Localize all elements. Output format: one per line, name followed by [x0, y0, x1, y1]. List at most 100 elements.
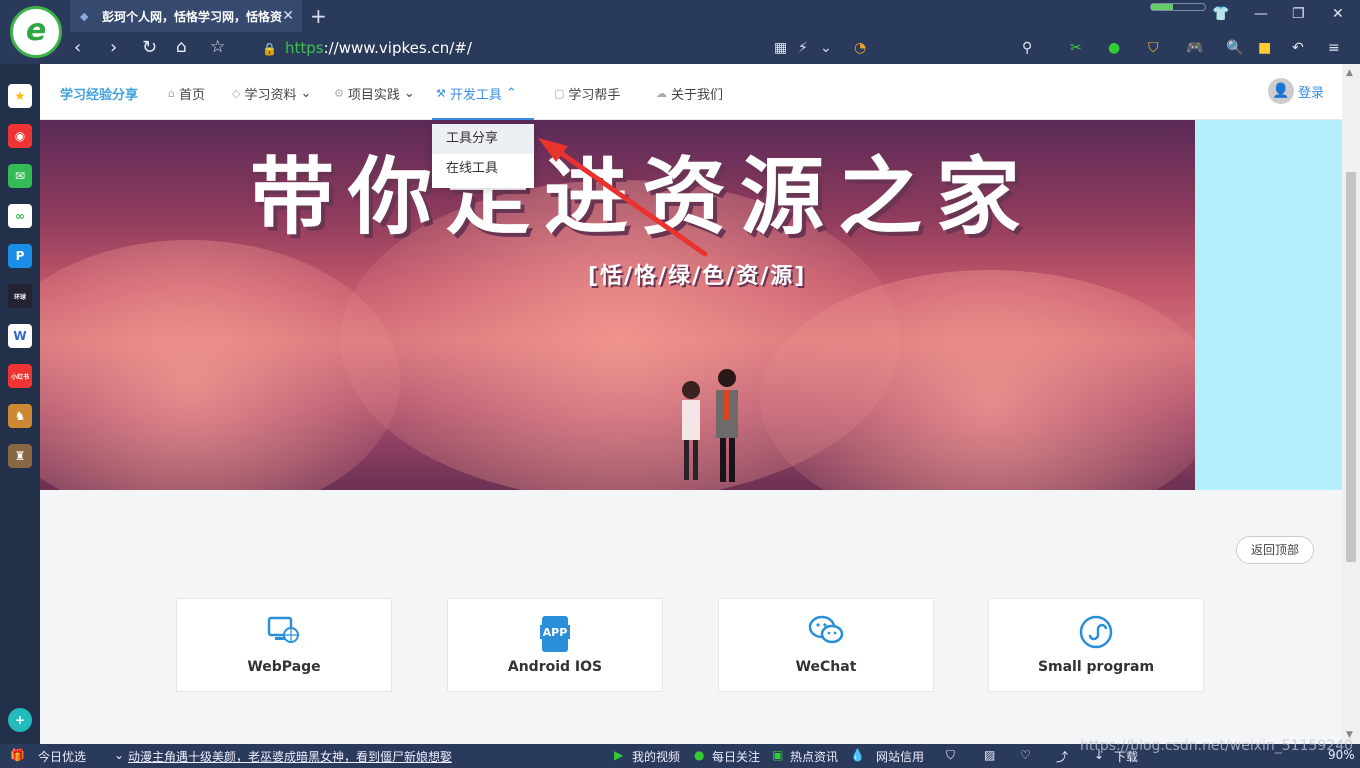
page-viewport: 带你走进资源之家 [恬/恪/绿/色/资/源] 学习经验分享 ⌂ 首页 ◇ 学习资料 ⌄… [40, 64, 1342, 744]
home-icon[interactable]: ⌂ [176, 37, 187, 57]
gift-icon[interactable]: 🎁 [10, 748, 25, 762]
heart-icon[interactable]: ♡ [1020, 748, 1031, 762]
engine-icon[interactable]: ◔ [854, 40, 866, 56]
battery-indicator [1150, 3, 1206, 11]
nav-dev-tools[interactable]: ⚒ 开发工具 ⌃ [436, 84, 517, 103]
card-wechat[interactable]: WeChat [718, 598, 934, 692]
chevron-down-icon: ⌄ [114, 748, 125, 762]
add-icon[interactable]: + [8, 708, 32, 732]
menu-icon[interactable]: ≡ [1328, 40, 1340, 56]
dropdown-item-tool-share[interactable]: 工具分享 [432, 124, 534, 154]
close-tab-icon[interactable]: ✕ [282, 8, 294, 24]
chevron-down-icon: ⌄ [403, 86, 415, 101]
game1-icon[interactable]: ♞ [8, 404, 32, 428]
game2-icon[interactable]: ♜ [8, 444, 32, 468]
site-header: 学习经验分享 ⌂ 首页 ◇ 学习资料 ⌄ ⚙ 项目实践 ⌄ ⚒ 开发工具 ⌃ ▢ 学习帮手 ☁ 关… [40, 64, 1342, 120]
tools-icon: ⚒ [436, 87, 446, 100]
active-tab-underline [432, 118, 534, 120]
home-icon: ⌂ [168, 87, 175, 100]
app-icon: APP [448, 615, 662, 657]
title-bar: ◆ 彭珂个人网，恬恪学习网，恬恪资 ✕ + 👕 — ❐ ✕ [0, 0, 1360, 32]
play-icon: ● [694, 748, 705, 762]
url-field[interactable]: 🔒 https://www.vipkes.cn/#/ [262, 39, 472, 57]
scroll-thumb[interactable] [1346, 172, 1356, 562]
webpage-icon [177, 615, 391, 649]
my-video[interactable]: 我的视频 [632, 748, 680, 765]
undo-icon[interactable]: ↶ [1292, 40, 1304, 56]
shield-icon[interactable]: ⛉ [946, 748, 955, 763]
card-small-program[interactable]: Small program [988, 598, 1204, 692]
news-ticker[interactable]: 动漫主角遇十级美颜，老巫婆成暗黑女神，看到僵尸新娘想娶 [128, 748, 452, 765]
search-icon[interactable]: ⚲ [1022, 40, 1032, 56]
nav-study-helper[interactable]: ▢ 学习帮手 [554, 84, 620, 103]
magnifier-icon[interactable]: 🔍 [1226, 40, 1243, 56]
chevron-down-icon: ⌄ [300, 86, 312, 101]
chevron-down-icon[interactable]: ⌄ [820, 40, 832, 56]
global-icon[interactable]: 环球 [8, 284, 32, 308]
apps-icon[interactable]: ■ [1258, 40, 1271, 56]
xiaohongshu-icon[interactable]: 小红书 [8, 364, 32, 388]
site-brand[interactable]: 学习经验分享 [60, 84, 138, 103]
p-app-icon[interactable]: P [8, 244, 32, 268]
refresh-icon[interactable]: ↻ [142, 37, 157, 58]
translate-icon[interactable]: ● [1108, 40, 1120, 56]
tab-title: 彭珂个人网，恬恪学习网，恬恪资 [102, 9, 282, 24]
nav-about[interactable]: ☁ 关于我们 [656, 84, 723, 103]
nav-projects[interactable]: ⚙ 项目实践 ⌄ [334, 84, 415, 103]
login-button[interactable]: 👤 登录 [1267, 78, 1324, 104]
shield-icon[interactable]: ⛉ [1148, 40, 1159, 56]
back-button[interactable]: ‹ [74, 37, 81, 58]
daily-follow[interactable]: 每日关注 [712, 748, 760, 765]
scissors-icon[interactable]: ✂ [1070, 40, 1082, 56]
browser-logo[interactable]: e [10, 6, 62, 58]
lock-icon: 🔒 [262, 42, 277, 56]
drop-icon: 💧 [850, 748, 865, 762]
cube-icon: ◇ [232, 87, 241, 100]
skin-icon[interactable]: 👕 [1212, 6, 1229, 22]
grid-icon[interactable]: ▦ [774, 40, 787, 56]
hot-news[interactable]: 热点资讯 [790, 748, 838, 765]
doc-icon[interactable]: W [8, 324, 32, 348]
browser-tab[interactable]: ◆ 彭珂个人网，恬恪学习网，恬恪资 ✕ [70, 0, 302, 32]
mini-program-icon [989, 615, 1203, 653]
banner-title: 带你走进资源之家 [250, 148, 1035, 246]
dropdown-item-online-tools[interactable]: 在线工具 [432, 154, 534, 184]
tab-favicon-icon: ◆ [80, 10, 89, 23]
favorite-star-icon[interactable]: ☆ [210, 37, 225, 57]
lightning-icon[interactable]: ⚡ [798, 40, 808, 56]
card-android-ios[interactable]: APP Android IOS [447, 598, 663, 692]
site-credit[interactable]: 网站信用 [876, 748, 924, 765]
new-tab-icon[interactable]: + [310, 4, 327, 28]
scroll-up-icon[interactable]: ▲ [1346, 68, 1353, 78]
nav-home[interactable]: ⌂ 首页 [168, 84, 205, 103]
cloud-icon[interactable]: ∞ [8, 204, 32, 228]
minimize-button[interactable]: — [1254, 6, 1268, 22]
vertical-scrollbar[interactable]: ▲ ▼ [1342, 64, 1360, 744]
share-icon[interactable]: ⤴ [1056, 748, 1068, 765]
back-to-top-button[interactable]: 返回顶部 [1236, 536, 1314, 564]
book-icon: ▢ [554, 87, 565, 100]
game-icon[interactable]: 🎮 [1186, 40, 1203, 56]
image-icon[interactable]: ▨ [984, 748, 995, 762]
chevron-up-icon: ⌃ [505, 86, 517, 101]
mail-icon[interactable]: ✉ [8, 164, 32, 188]
restore-button[interactable]: ❐ [1292, 6, 1305, 22]
watermark: https://blog.csdn.net/weixin_51159240 [1080, 738, 1354, 754]
svg-text:APP: APP [543, 626, 568, 639]
forward-button[interactable]: › [110, 37, 117, 58]
nav-study-materials[interactable]: ◇ 学习资料 ⌄ [232, 84, 311, 103]
hero-banner: 带你走进资源之家 [恬/恪/绿/色/资/源] [40, 120, 1195, 490]
cloud-icon: ☁ [656, 87, 667, 100]
news-icon: ▣ [772, 748, 784, 762]
left-sidebar: ★ ◉ ✉ ∞ P 环球 W 小红书 ♞ ♜ + [0, 64, 40, 744]
today-picks[interactable]: 今日优选 [38, 748, 86, 765]
couple-illustration [682, 369, 738, 482]
banner-subtitle: [恬/恪/绿/色/资/源] [588, 264, 807, 289]
dev-tools-dropdown: 工具分享 在线工具 [432, 124, 534, 188]
card-webpage[interactable]: WebPage [176, 598, 392, 692]
weibo-icon[interactable]: ◉ [8, 124, 32, 148]
wechat-icon [719, 615, 933, 649]
favorites-icon[interactable]: ★ [8, 84, 32, 108]
avatar-icon: 👤 [1267, 78, 1294, 104]
close-window-button[interactable]: ✕ [1332, 6, 1344, 22]
